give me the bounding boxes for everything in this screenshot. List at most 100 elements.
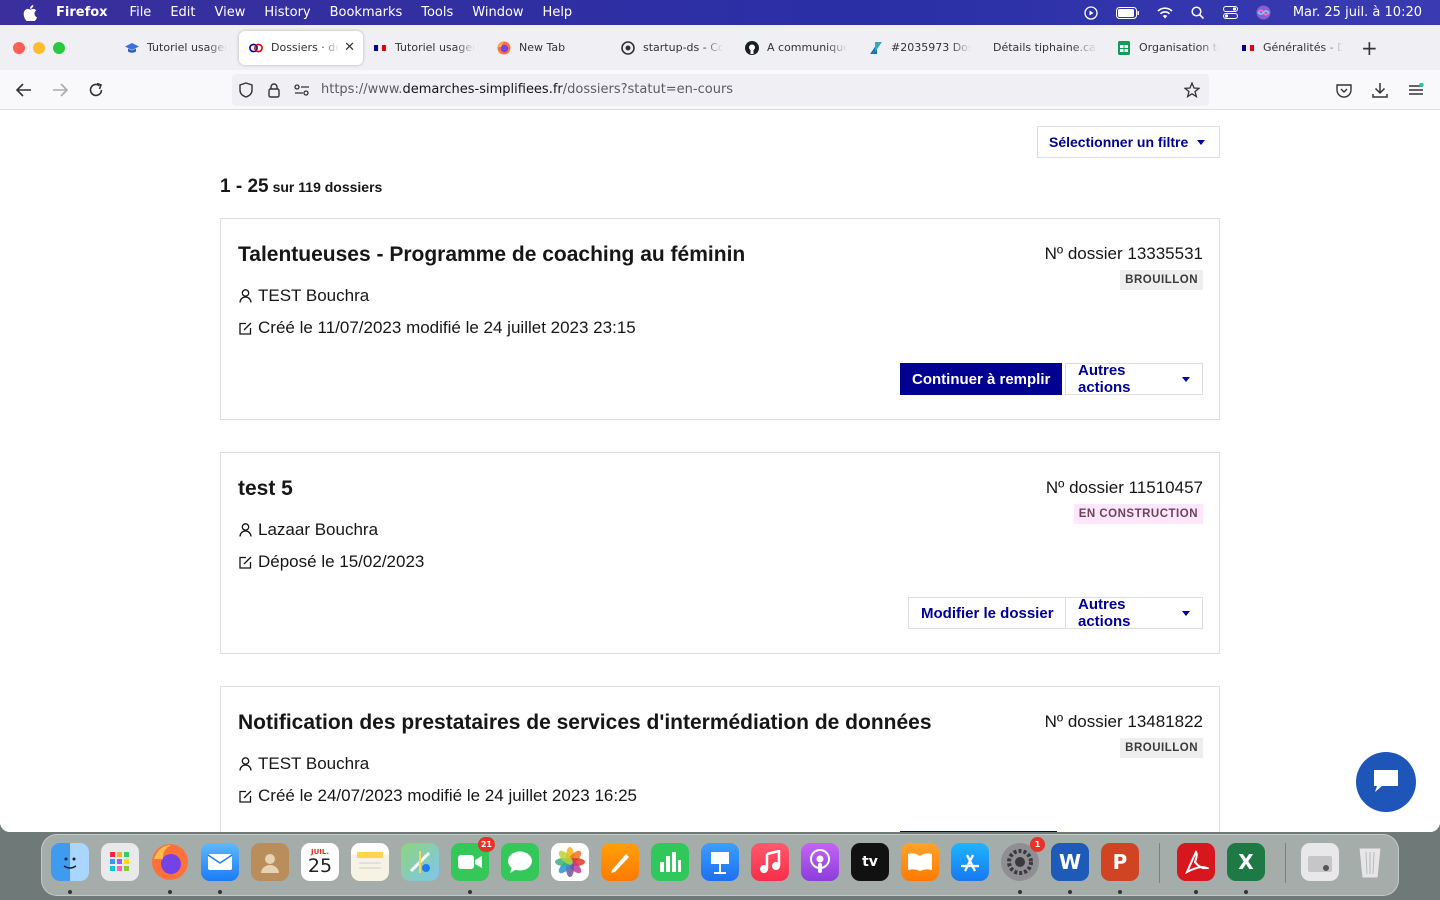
tab-dossiers[interactable]: Dossiers · de ✕ (239, 30, 363, 65)
tab-organisation[interactable]: Organisation to (1107, 31, 1231, 65)
menu-file[interactable]: File (130, 5, 152, 20)
dossier-date-row: Déposé le 15/02/2023 (238, 552, 424, 572)
tab-zendesk-ticket[interactable]: #2035973 Doss (859, 31, 983, 65)
tab-a-communiquer[interactable]: A communiquer (735, 31, 859, 65)
firefox-icon[interactable] (151, 843, 189, 881)
menu-tools[interactable]: Tools (421, 5, 453, 20)
screen-recording-icon[interactable] (1083, 5, 1099, 20)
filter-label: Sélectionner un filtre (1049, 134, 1189, 150)
signal-icon (621, 40, 635, 55)
downloads-icon[interactable] (1370, 80, 1390, 100)
edit-icon (238, 321, 252, 335)
messages-icon[interactable] (501, 843, 539, 881)
permissions-icon[interactable] (294, 82, 310, 98)
numbers-icon[interactable] (651, 843, 689, 881)
modifier-le-dossier-button[interactable]: Modifier le dossier (908, 597, 1067, 629)
battery-icon[interactable] (1115, 6, 1140, 20)
books-icon[interactable] (901, 843, 939, 881)
podcasts-icon[interactable] (801, 843, 839, 881)
count-total: sur 119 dossiers (272, 179, 383, 195)
lock-icon[interactable] (266, 82, 282, 98)
autres-actions-button[interactable]: Autres actions (1065, 362, 1203, 396)
music-icon[interactable] (751, 843, 789, 881)
dossier-title[interactable]: Talentueuses - Programme de coaching au … (238, 243, 745, 267)
back-arrow-icon[interactable] (14, 80, 34, 100)
powerpoint-icon[interactable]: P (1101, 843, 1139, 881)
autres-actions-button[interactable]: Autres actions (1065, 596, 1203, 630)
address-bar[interactable]: https://www.demarches-simplifiees.fr/dos… (232, 74, 1209, 106)
tab-startup-ds[interactable]: startup-ds - Cor (611, 31, 735, 65)
continuer-a-remplir-button[interactable]: Continuer à remplir (900, 363, 1063, 395)
facetime-icon[interactable]: 21 (451, 837, 495, 881)
launchpad-icon[interactable] (101, 843, 139, 881)
mail-icon[interactable] (201, 843, 239, 881)
word-icon[interactable]: W (1051, 843, 1089, 881)
excel-icon[interactable]: X (1227, 843, 1265, 881)
primary-action-button[interactable] (900, 831, 1057, 832)
menu-view[interactable]: View (215, 5, 246, 20)
minimize-window-button[interactable] (33, 41, 45, 54)
appletv-icon[interactable]: tv (851, 843, 889, 881)
photos-icon[interactable] (551, 843, 589, 881)
appstore-icon[interactable] (951, 843, 989, 881)
tab-new-tab[interactable]: New Tab (487, 31, 611, 65)
control-center-icon[interactable] (1223, 6, 1239, 20)
tab-generalites[interactable]: Généralités - Do (1231, 31, 1355, 65)
app-menu-firefox[interactable]: Firefox (56, 5, 108, 20)
dossier-count: 1 - 25 sur 119 dossiers (220, 176, 382, 198)
close-tab-icon[interactable]: ✕ (344, 40, 355, 55)
dossier-user: TEST Bouchra (258, 286, 370, 305)
reload-icon[interactable] (86, 80, 106, 100)
tab-tutoriel-usager[interactable]: Tutoriel usager (115, 31, 239, 65)
apple-menu-icon[interactable] (20, 4, 40, 21)
maps-icon[interactable] (401, 843, 439, 881)
url-text[interactable]: https://www.demarches-simplifiees.fr/dos… (321, 82, 733, 97)
user-icon (238, 523, 252, 537)
url-prefix: https://www. (321, 82, 403, 97)
appletv-logo: tv (862, 854, 878, 870)
dossier-user-row: Lazaar Bouchra (238, 520, 378, 540)
facetime-notification-badge: 21 (477, 837, 495, 852)
trash-icon[interactable] (1351, 843, 1389, 881)
dossier-number: Nº dossier 13335531 (1044, 244, 1203, 263)
calendar-icon[interactable]: JUIL. 25 (301, 843, 339, 881)
pocket-icon[interactable] (1334, 80, 1354, 100)
siri-icon[interactable] (1256, 5, 1272, 20)
forward-arrow-icon[interactable] (50, 80, 70, 100)
settings-icon[interactable]: 1 (1001, 837, 1045, 881)
bookmark-star-icon[interactable] (1184, 82, 1200, 98)
spotlight-search-icon[interactable] (1190, 6, 1206, 20)
chat-support-button[interactable] (1356, 752, 1416, 812)
keynote-icon[interactable] (701, 843, 739, 881)
caret-down-icon (1197, 139, 1206, 145)
tracking-protection-shield-icon[interactable] (238, 82, 254, 98)
filter-select-button[interactable]: Sélectionner un filtre (1037, 126, 1220, 158)
edit-icon (238, 789, 252, 803)
calendar-day: 25 (307, 854, 333, 877)
menu-history[interactable]: History (264, 5, 310, 20)
wifi-icon[interactable] (1157, 6, 1173, 20)
zoom-window-button[interactable] (53, 41, 65, 54)
tab-tutoriel-usager-2[interactable]: Tutoriel usager (363, 31, 487, 65)
french-flag-icon (1241, 41, 1255, 55)
count-range: 1 - 25 (220, 176, 269, 197)
url-domain: demarches-simplifiees.fr (402, 82, 563, 97)
dossier-title[interactable]: Notification des prestataires de service… (238, 711, 932, 735)
menu-help[interactable]: Help (543, 5, 573, 20)
acrobat-icon[interactable] (1177, 843, 1215, 881)
menu-edit[interactable]: Edit (170, 5, 195, 20)
notes-icon[interactable] (351, 843, 389, 881)
dossier-title[interactable]: test 5 (238, 477, 293, 501)
menu-bookmarks[interactable]: Bookmarks (330, 5, 403, 20)
new-tab-button[interactable]: + (1361, 36, 1378, 60)
contacts-icon[interactable] (251, 843, 289, 881)
pages-icon[interactable] (601, 843, 639, 881)
graduation-cap-icon (125, 41, 139, 55)
downloads-folder-icon[interactable] (1301, 843, 1339, 881)
finder-icon[interactable] (51, 843, 89, 881)
menu-window[interactable]: Window (472, 5, 523, 20)
app-menu-hamburger-icon[interactable] (1406, 80, 1426, 100)
tab-details-tiphaine[interactable]: Détails tiphaine.carr (983, 31, 1107, 65)
close-window-button[interactable] (13, 41, 25, 54)
menubar-clock[interactable]: Mar. 25 juil. à 10:20 (1293, 5, 1422, 20)
